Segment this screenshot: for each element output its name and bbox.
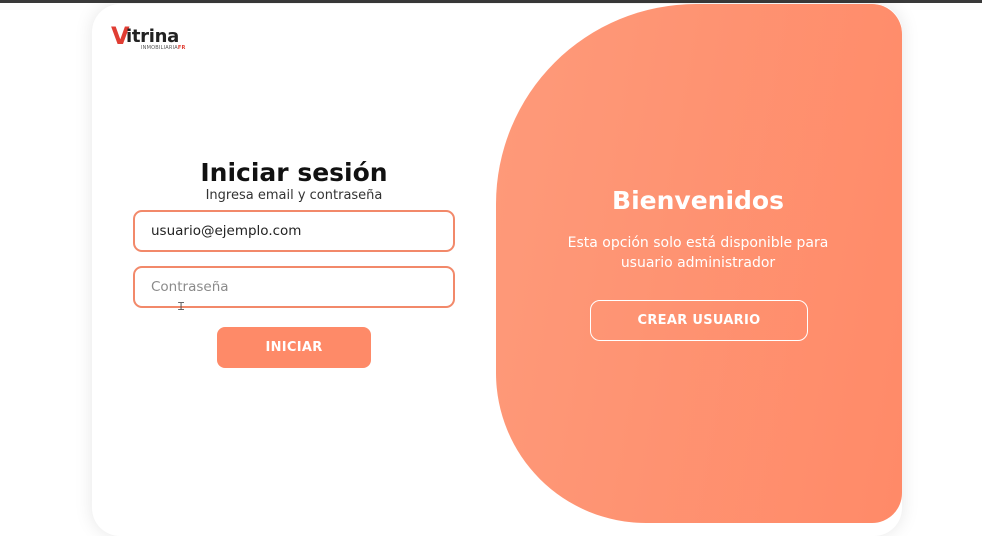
login-title: Iniciar sesión [200,158,388,187]
welcome-panel: Bienvenidos Esta opción solo está dispon… [496,4,902,523]
welcome-title: Bienvenidos [612,186,784,215]
login-subtitle: Ingresa email y contraseña [205,188,383,203]
browser-top-strip [0,0,982,3]
logo-wordmark: itrina [126,26,179,47]
create-user-button[interactable]: CREAR USUARIO [590,300,808,341]
login-card: V itrina INMOBILIARIAFR Iniciar sesión I… [92,4,902,536]
logo-tagline: INMOBILIARIAFR [141,45,186,51]
welcome-text: Esta opción solo está disponible para us… [567,235,829,271]
brand-logo: V itrina INMOBILIARIAFR [111,24,191,54]
login-button[interactable]: INICIAR [217,327,371,368]
email-field [133,210,455,252]
text-cursor-icon: Ɪ [178,300,185,313]
email-input[interactable] [135,212,453,250]
